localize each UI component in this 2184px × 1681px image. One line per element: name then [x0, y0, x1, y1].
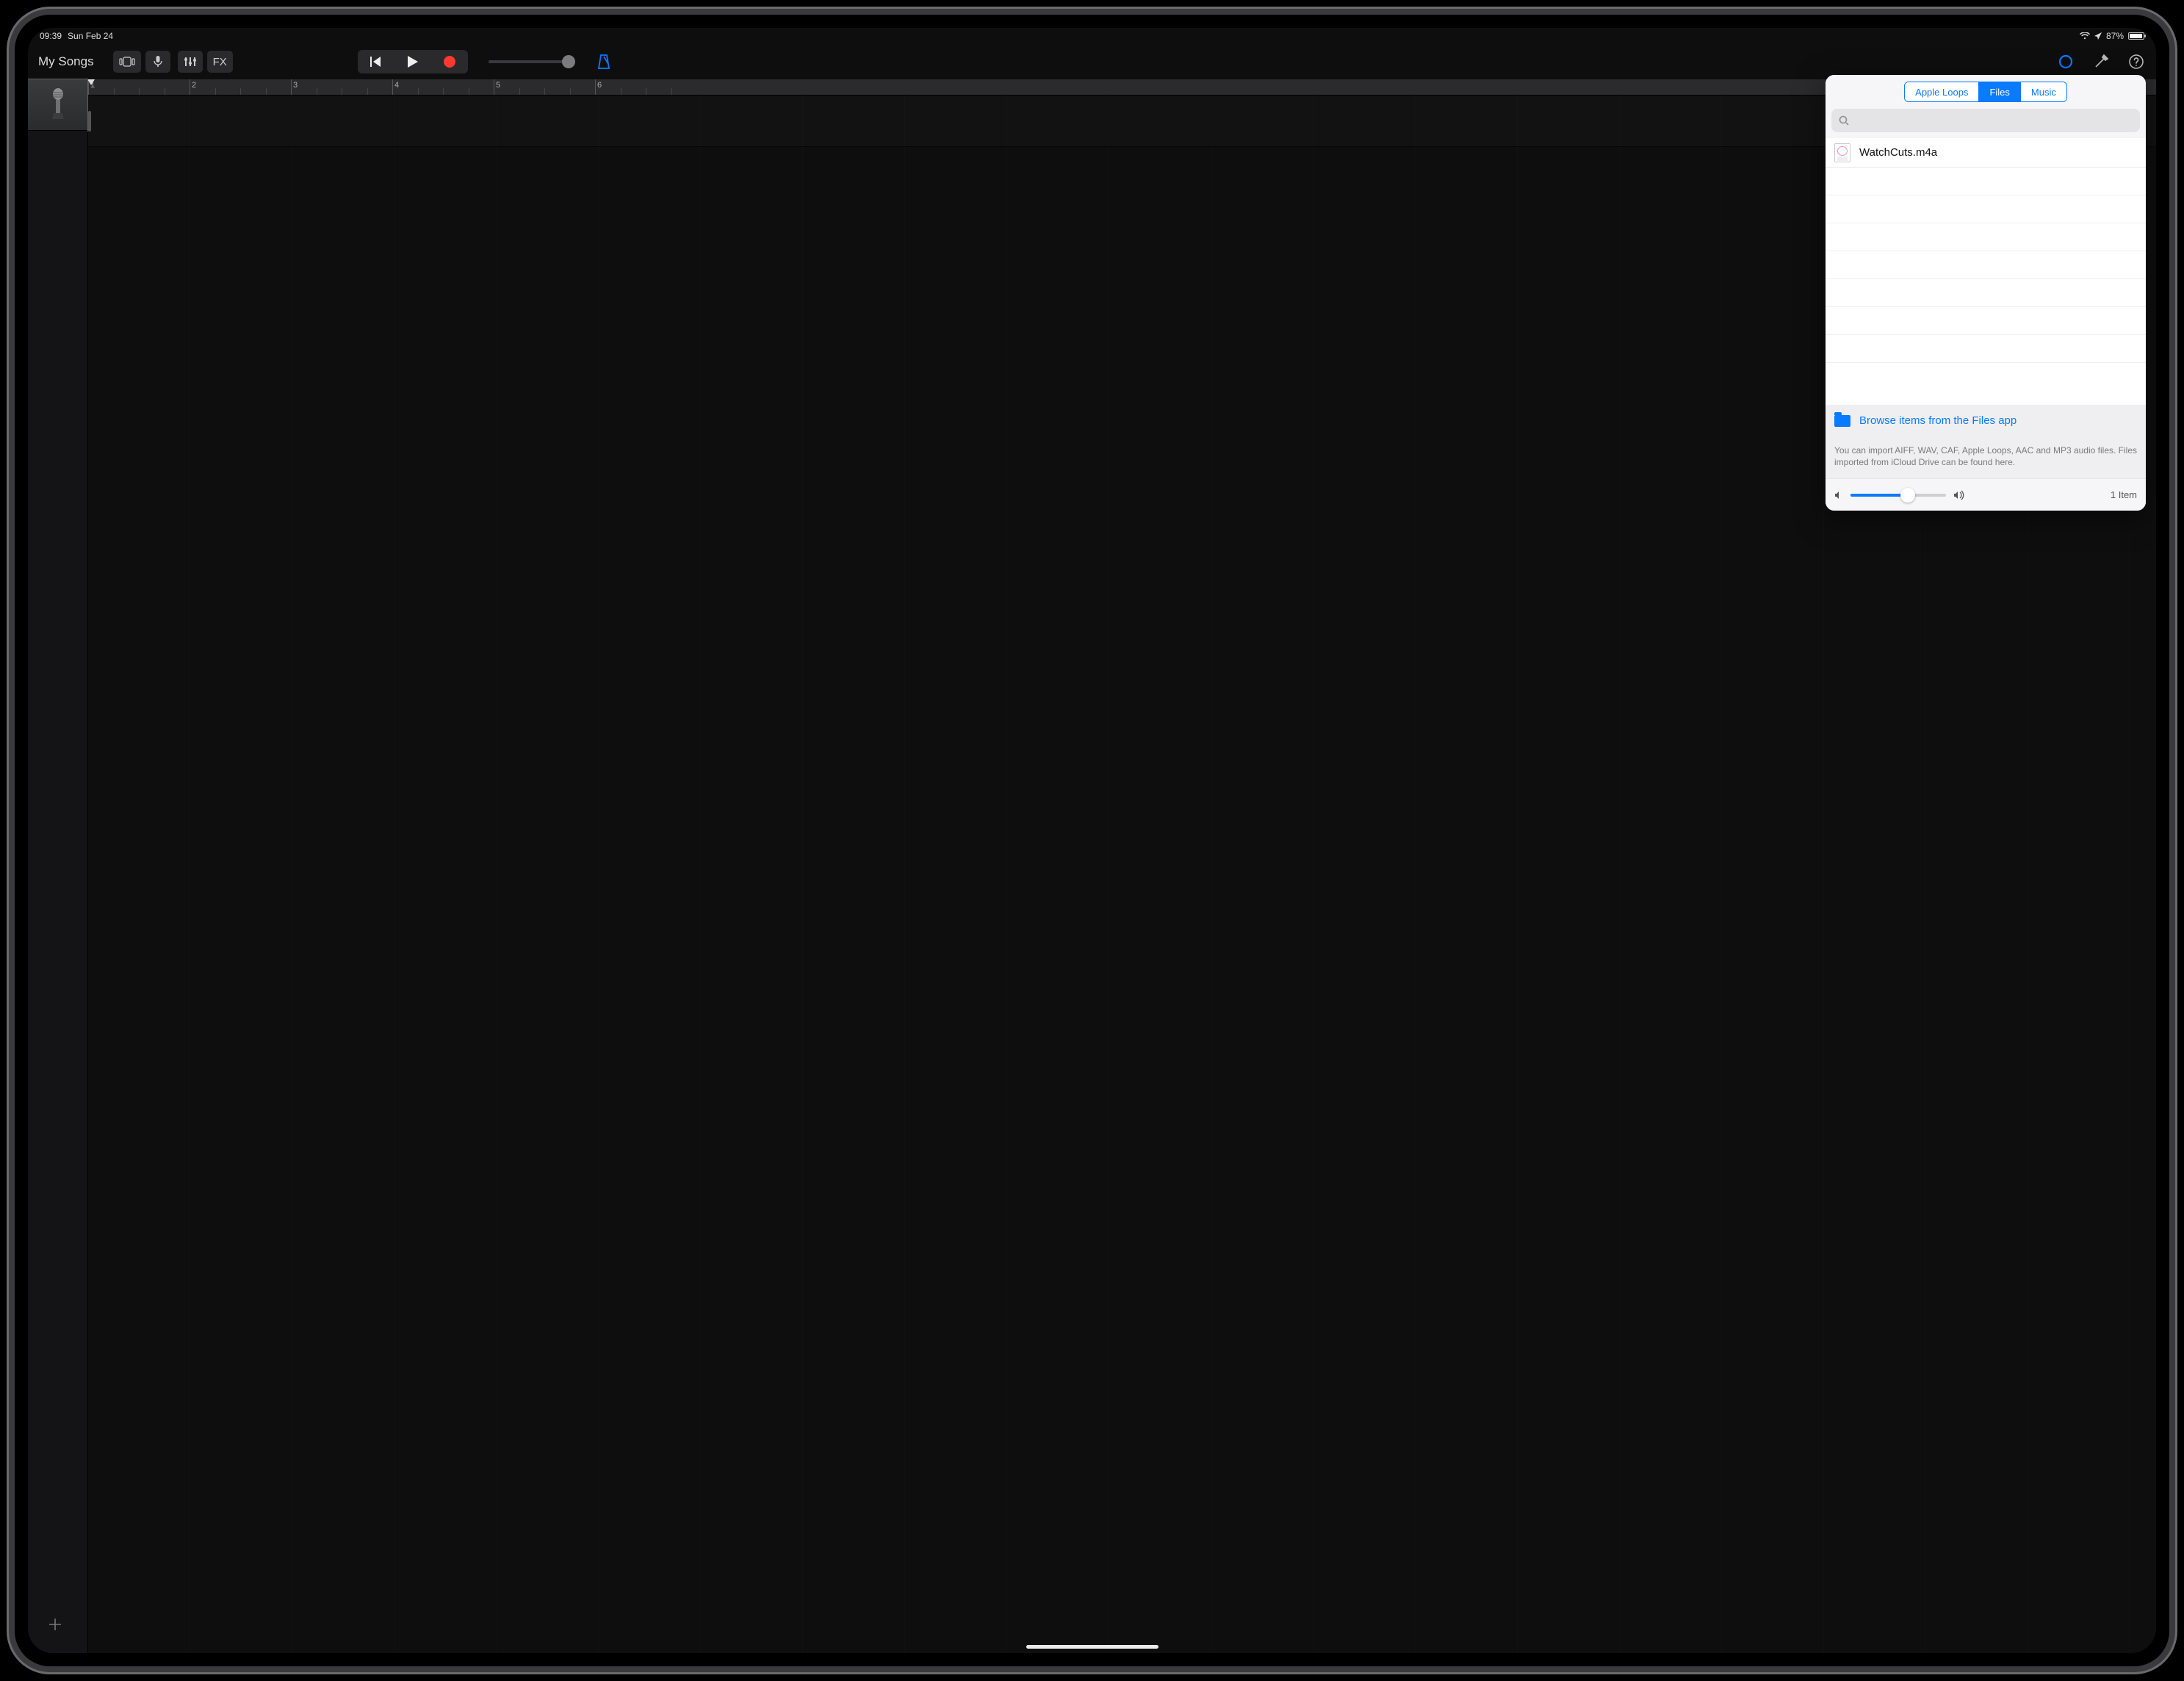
status-date: Sun Feb 24: [68, 31, 113, 41]
loop-browser-popover: Apple Loops Files Music WatchCuts.m4a: [1826, 75, 2146, 511]
track-header-column: [28, 79, 88, 1653]
browse-label: Browse items from the Files app: [1859, 414, 2017, 427]
ruler-bar-marker: 6: [595, 79, 596, 95]
track-controls-button[interactable]: [178, 51, 203, 73]
mic-input-button[interactable]: [145, 51, 170, 73]
browser-toggle-button[interactable]: [113, 51, 141, 73]
settings-button[interactable]: [2091, 52, 2111, 71]
volume-high-icon: [1953, 490, 1965, 500]
metronome-button[interactable]: [594, 52, 613, 71]
import-help-text: You can import AIFF, WAV, CAF, Apple Loo…: [1826, 437, 2146, 478]
transport-controls: [358, 50, 468, 73]
volume-low-icon: [1834, 491, 1843, 500]
master-volume-slider[interactable]: [489, 60, 569, 63]
file-search[interactable]: [1831, 109, 2140, 132]
loop-browser-button[interactable]: [2056, 52, 2075, 71]
fx-button[interactable]: FX: [207, 51, 233, 73]
my-songs-button[interactable]: My Songs: [38, 54, 94, 69]
ruler-bar-marker: 3: [291, 79, 292, 95]
playhead[interactable]: [88, 79, 94, 95]
list-item: [1826, 168, 2146, 195]
file-list[interactable]: WatchCuts.m4a: [1826, 138, 2146, 405]
search-icon: [1839, 115, 1849, 126]
microphone-icon: [47, 88, 69, 122]
app-toolbar: My Songs FX: [28, 44, 2156, 79]
status-time: 09:39: [40, 31, 62, 41]
home-indicator[interactable]: [1026, 1645, 1158, 1649]
browser-tabs: Apple Loops Files Music: [1826, 75, 2146, 109]
master-volume-knob[interactable]: [562, 55, 575, 68]
go-to-start-button[interactable]: [358, 50, 394, 73]
location-icon: [2094, 32, 2102, 40]
browse-files-app-button[interactable]: Browse items from the Files app: [1826, 405, 2146, 437]
tab-files[interactable]: Files: [1978, 82, 2019, 101]
battery-icon: [2128, 32, 2144, 40]
file-row[interactable]: WatchCuts.m4a: [1826, 138, 2146, 168]
wifi-icon: [2080, 32, 2090, 40]
audio-file-icon: [1834, 143, 1850, 162]
preview-volume-knob[interactable]: [1900, 488, 1915, 503]
battery-pct: 87%: [2106, 31, 2124, 41]
file-search-input[interactable]: [1855, 115, 2133, 126]
folder-icon: [1834, 415, 1850, 427]
file-name: WatchCuts.m4a: [1859, 146, 1937, 159]
tab-music[interactable]: Music: [2020, 82, 2066, 101]
region-start-handle[interactable]: [88, 111, 91, 132]
screen: 09:39 Sun Feb 24 87% My Songs: [28, 28, 2156, 1653]
ruler-bar-marker: 4: [392, 79, 393, 95]
play-button[interactable]: [394, 50, 431, 73]
ipad-frame: 09:39 Sun Feb 24 87% My Songs: [15, 15, 2169, 1666]
help-button[interactable]: [2127, 52, 2146, 71]
add-track-button[interactable]: [44, 1613, 66, 1635]
item-count: 1 Item: [2111, 489, 2137, 500]
browser-footer: 1 Item: [1826, 478, 2146, 511]
record-button[interactable]: [431, 50, 468, 73]
audio-track-header[interactable]: [28, 79, 87, 131]
preview-volume-slider[interactable]: [1850, 494, 1946, 497]
tab-apple-loops[interactable]: Apple Loops: [1905, 82, 1978, 101]
status-bar: 09:39 Sun Feb 24 87%: [28, 28, 2156, 44]
